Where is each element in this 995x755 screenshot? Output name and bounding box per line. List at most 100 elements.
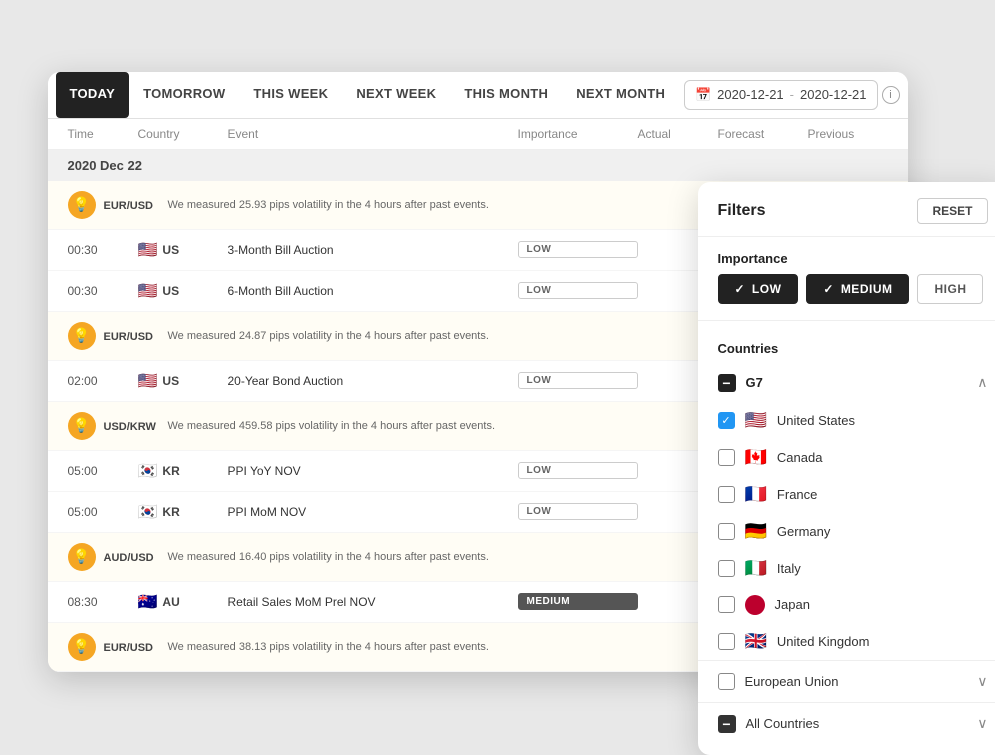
col-previous: Previous — [808, 127, 888, 141]
table-header: Time Country Event Importance Actual For… — [48, 119, 908, 150]
info-icon[interactable]: i — [882, 86, 900, 104]
vol-pair-label-4: AUD/USD — [104, 552, 154, 564]
all-countries-minus-icon: − — [718, 715, 736, 733]
flag-canada: 🇨🇦 — [745, 447, 767, 468]
checkbox-canada[interactable] — [718, 449, 735, 466]
vol-icon-1: 💡 — [68, 191, 96, 219]
country-code-retail: AU — [162, 595, 179, 609]
country-code-3month: US — [162, 243, 179, 257]
importance-section-title: Importance — [698, 237, 995, 274]
importance-medium-btn[interactable]: ✓ MEDIUM — [806, 274, 909, 304]
nav-today[interactable]: TODAY — [56, 72, 130, 118]
checkbox-uk[interactable] — [718, 633, 735, 650]
country-ppi-mom: 🇰🇷 KR — [138, 502, 228, 522]
importance-retail: MEDIUM — [518, 593, 638, 610]
country-name-france: France — [777, 487, 817, 502]
flag-ppi-yoy: 🇰🇷 — [138, 461, 158, 481]
col-event: Event — [228, 127, 518, 141]
country-item-japan[interactable]: Japan — [698, 587, 995, 623]
all-countries-label: All Countries — [746, 716, 820, 731]
flag-ppi-mom: 🇰🇷 — [138, 502, 158, 522]
country-item-italy[interactable]: 🇮🇹 Italy — [698, 550, 995, 587]
medium-label: MEDIUM — [841, 282, 893, 296]
country-code-ppi-mom: KR — [162, 505, 179, 519]
vol-pair-label-5: EUR/USD — [104, 642, 154, 654]
vol-pair-2: 💡 EUR/USD — [68, 322, 158, 350]
outer-wrapper: TODAY TOMORROW THIS WEEK NEXT WEEK THIS … — [48, 72, 948, 672]
country-name-japan: Japan — [775, 597, 810, 612]
importance-buttons: ✓ LOW ✓ MEDIUM HIGH — [698, 274, 995, 314]
vol-icon-3: 💡 — [68, 412, 96, 440]
date-section-header: 2020 Dec 22 — [48, 150, 908, 181]
vol-pair-label-1: EUR/USD — [104, 200, 154, 212]
flag-france: 🇫🇷 — [745, 484, 767, 505]
checkbox-france[interactable] — [718, 486, 735, 503]
vol-pair-3: 💡 USD/KRW — [68, 412, 158, 440]
g7-chevron-icon: ∧ — [977, 374, 987, 391]
vol-pair-label-3: USD/KRW — [104, 421, 156, 433]
filters-header: Filters RESET — [698, 182, 995, 237]
checkbox-japan[interactable] — [718, 596, 735, 613]
filters-title: Filters — [718, 202, 766, 220]
vol-icon-2: 💡 — [68, 322, 96, 350]
g7-minus-icon: − — [718, 374, 736, 392]
country-retail: 🇦🇺 AU — [138, 592, 228, 612]
high-label: HIGH — [934, 282, 966, 296]
importance-low-btn[interactable]: ✓ LOW — [718, 274, 799, 304]
low-checkmark: ✓ — [735, 282, 746, 296]
g7-label: G7 — [746, 375, 763, 390]
importance-3month: LOW — [518, 241, 638, 258]
checkbox-usa[interactable]: ✓ — [718, 412, 735, 429]
col-country: Country — [138, 127, 228, 141]
country-item-france[interactable]: 🇫🇷 France — [698, 476, 995, 513]
importance-high-btn[interactable]: HIGH — [917, 274, 983, 304]
country-3month: 🇺🇸 US — [138, 240, 228, 260]
country-name-canada: Canada — [777, 450, 823, 465]
col-importance: Importance — [518, 127, 638, 141]
filters-panel: Filters RESET Importance ✓ LOW ✓ MEDIUM … — [698, 182, 995, 755]
checkbox-eu[interactable] — [718, 673, 735, 690]
nav-this-month[interactable]: THIS MONTH — [450, 72, 562, 118]
vol-pair-5: 💡 EUR/USD — [68, 633, 158, 661]
col-forecast: Forecast — [718, 127, 808, 141]
eu-section-row[interactable]: European Union ∨ — [698, 660, 995, 702]
vol-icon-5: 💡 — [68, 633, 96, 661]
vol-pair-1: 💡 EUR/USD — [68, 191, 158, 219]
country-item-usa[interactable]: ✓ 🇺🇸 United States — [698, 402, 995, 439]
country-name-germany: Germany — [777, 524, 830, 539]
flag-6month: 🇺🇸 — [138, 281, 158, 301]
g7-group-header[interactable]: − G7 ∧ — [698, 364, 995, 402]
col-actual: Actual — [638, 127, 718, 141]
date-range-picker[interactable]: 📅 2020-12-21 - 2020-12-21 — [684, 80, 878, 110]
vol-icon-4: 💡 — [68, 543, 96, 571]
country-ppi-yoy: 🇰🇷 KR — [138, 461, 228, 481]
nav-this-week[interactable]: THIS WEEK — [239, 72, 342, 118]
nav-bar: TODAY TOMORROW THIS WEEK NEXT WEEK THIS … — [48, 72, 908, 119]
date-from: 2020-12-21 — [717, 87, 784, 102]
checkbox-germany[interactable] — [718, 523, 735, 540]
time-3month: 00:30 — [68, 243, 138, 257]
event-name-ppi-mom: PPI MoM NOV — [228, 505, 518, 519]
country-item-uk[interactable]: 🇬🇧 United Kingdom — [698, 623, 995, 660]
country-item-canada[interactable]: 🇨🇦 Canada — [698, 439, 995, 476]
reset-button[interactable]: RESET — [917, 198, 987, 224]
vol-pair-4: 💡 AUD/USD — [68, 543, 158, 571]
nav-next-month[interactable]: NEXT MONTH — [562, 72, 679, 118]
importance-ppi-yoy: LOW — [518, 462, 638, 479]
event-name-ppi-yoy: PPI YoY NOV — [228, 464, 518, 478]
nav-next-week[interactable]: NEXT WEEK — [342, 72, 450, 118]
checkbox-italy[interactable] — [718, 560, 735, 577]
country-item-germany[interactable]: 🇩🇪 Germany — [698, 513, 995, 550]
time-ppi-mom: 05:00 — [68, 505, 138, 519]
flag-japan — [745, 595, 765, 615]
flag-20year: 🇺🇸 — [138, 371, 158, 391]
nav-tomorrow[interactable]: TOMORROW — [129, 72, 239, 118]
country-name-uk: United Kingdom — [777, 634, 870, 649]
all-countries-row[interactable]: − All Countries ∨ — [698, 702, 995, 745]
eu-chevron-icon: ∨ — [977, 673, 987, 690]
g7-group-left: − G7 — [718, 374, 763, 392]
event-name-20year: 20-Year Bond Auction — [228, 374, 518, 388]
date-dash: - — [790, 87, 794, 102]
countries-divider — [698, 320, 995, 321]
event-name-3month: 3-Month Bill Auction — [228, 243, 518, 257]
